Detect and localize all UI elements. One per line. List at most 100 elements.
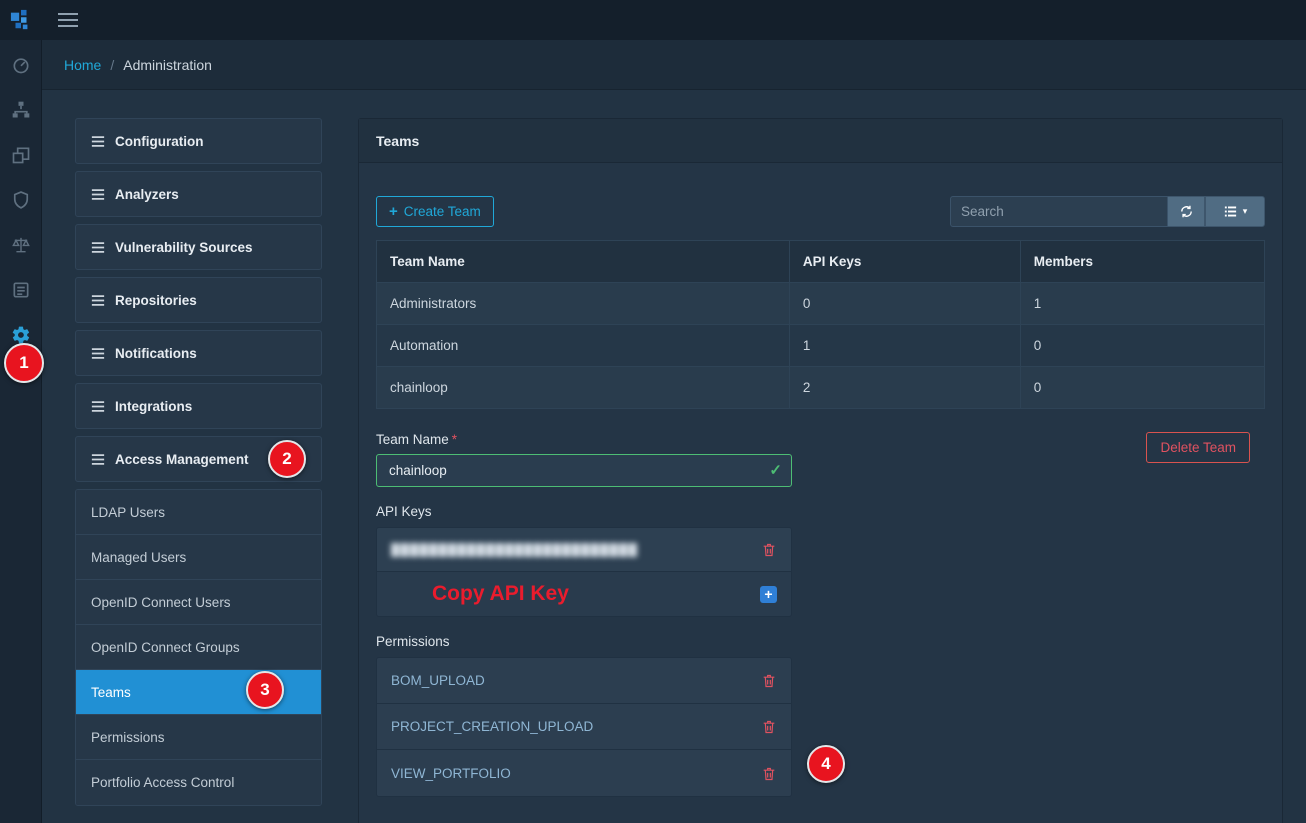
delete-team-button[interactable]: Delete Team bbox=[1146, 432, 1250, 463]
cell-team-name[interactable]: Automation bbox=[376, 324, 790, 367]
trash-icon bbox=[763, 543, 775, 557]
subnav-teams[interactable]: Teams bbox=[76, 670, 321, 715]
subnav-permissions[interactable]: Permissions bbox=[76, 715, 321, 760]
breadcrumb-home-link[interactable]: Home bbox=[64, 57, 101, 73]
main-content: Configuration Analyzers Vulnerability So… bbox=[42, 90, 1306, 823]
top-navbar bbox=[0, 0, 1306, 40]
breadcrumb-separator: / bbox=[110, 56, 115, 73]
toolbar: + Create Team Search ▾ bbox=[376, 196, 1265, 227]
team-name-label-text: Team Name bbox=[376, 432, 449, 447]
nav-analyzers[interactable]: Analyzers bbox=[75, 171, 322, 217]
nav-notifications[interactable]: Notifications bbox=[75, 330, 322, 376]
teams-card: Teams + Create Team Search ▾ Team Name A… bbox=[358, 118, 1283, 823]
dashboard-icon[interactable] bbox=[10, 54, 32, 76]
nav-integrations[interactable]: Integrations bbox=[75, 383, 322, 429]
refresh-button[interactable] bbox=[1168, 196, 1205, 227]
permission-row: PROJECT_CREATION_UPLOAD bbox=[377, 704, 791, 750]
cell-members[interactable]: 0 bbox=[1019, 366, 1266, 409]
app-logo bbox=[0, 9, 42, 31]
list-icon bbox=[91, 188, 105, 200]
permission-name: VIEW_PORTFOLIO bbox=[391, 765, 511, 781]
subnav-ldap-users[interactable]: LDAP Users bbox=[76, 490, 321, 535]
permissions-list: BOM_UPLOAD PROJECT_CREATION_UPLOAD VIEW_… bbox=[376, 657, 792, 797]
menu-toggle-icon[interactable] bbox=[58, 13, 78, 27]
nav-configuration[interactable]: Configuration bbox=[75, 118, 322, 164]
api-key-masked-value: ██████████████████████████ bbox=[391, 542, 639, 557]
refresh-icon bbox=[1180, 205, 1192, 218]
nav-label: Vulnerability Sources bbox=[115, 239, 253, 255]
team-detail: Team Name* ✓ Delete Team API Keys ██████… bbox=[376, 432, 1265, 797]
icon-sidebar bbox=[0, 40, 42, 823]
nav-label: Configuration bbox=[115, 133, 204, 149]
policy-audit-icon[interactable] bbox=[10, 279, 32, 301]
annotation-badge-2: 2 bbox=[268, 440, 306, 478]
list-icon bbox=[91, 294, 105, 306]
annotation-badge-3: 3 bbox=[246, 671, 284, 709]
table-tools: ▾ bbox=[950, 196, 1265, 227]
list-icon bbox=[91, 347, 105, 359]
table-row[interactable]: chainloop 2 0 bbox=[376, 366, 1266, 409]
cell-team-name[interactable]: Administrators bbox=[376, 282, 790, 325]
components-icon[interactable] bbox=[10, 144, 32, 166]
table-row[interactable]: Administrators 0 1 bbox=[376, 282, 1266, 325]
api-keys-label: API Keys bbox=[376, 504, 432, 519]
teams-table: Team Name API Keys Members Administrator… bbox=[376, 240, 1266, 409]
breadcrumb: Home / Administration bbox=[42, 40, 1306, 90]
nav-label: Notifications bbox=[115, 345, 197, 361]
cell-members[interactable]: 0 bbox=[1019, 324, 1266, 367]
team-name-label: Team Name * bbox=[376, 432, 1265, 447]
trash-icon bbox=[763, 720, 775, 734]
projects-icon[interactable] bbox=[10, 99, 32, 121]
delete-permission-button[interactable] bbox=[761, 765, 777, 782]
permission-name: PROJECT_CREATION_UPLOAD bbox=[391, 719, 594, 734]
columns-icon bbox=[1224, 206, 1236, 217]
subnav-openid-connect-users[interactable]: OpenID Connect Users bbox=[76, 580, 321, 625]
subnav-openid-connect-groups[interactable]: OpenID Connect Groups bbox=[76, 625, 321, 670]
columns-dropdown-button[interactable]: ▾ bbox=[1205, 196, 1265, 227]
list-icon bbox=[91, 135, 105, 147]
nav-label: Analyzers bbox=[115, 186, 179, 202]
team-name-input[interactable] bbox=[376, 454, 792, 487]
list-icon bbox=[91, 241, 105, 253]
table-row[interactable]: Automation 1 0 bbox=[376, 324, 1266, 367]
create-team-button[interactable]: + Create Team bbox=[376, 196, 494, 227]
cell-team-name[interactable]: chainloop bbox=[376, 366, 790, 409]
nav-repositories[interactable]: Repositories bbox=[75, 277, 322, 323]
card-body: + Create Team Search ▾ Team Name API Key… bbox=[359, 163, 1282, 814]
column-header-team-name[interactable]: Team Name bbox=[376, 240, 790, 283]
permission-name: BOM_UPLOAD bbox=[391, 673, 485, 688]
caret-down-icon: ▾ bbox=[1242, 206, 1248, 216]
nav-label: Integrations bbox=[115, 398, 193, 414]
subnav-managed-users[interactable]: Managed Users bbox=[76, 535, 321, 580]
valid-check-icon: ✓ bbox=[769, 462, 782, 479]
cell-members[interactable]: 1 bbox=[1019, 282, 1266, 325]
nav-label: Repositories bbox=[115, 292, 197, 308]
column-header-api-keys[interactable]: API Keys bbox=[788, 240, 1021, 283]
cell-api-keys[interactable]: 2 bbox=[788, 366, 1021, 409]
annotation-badge-4: 4 bbox=[807, 745, 845, 783]
permissions-label: Permissions bbox=[376, 634, 450, 649]
create-team-label: Create Team bbox=[403, 204, 481, 219]
licenses-icon[interactable] bbox=[10, 234, 32, 256]
permission-row: VIEW_PORTFOLIO bbox=[377, 750, 791, 796]
add-api-key-button[interactable]: + bbox=[760, 585, 777, 603]
subnav-portfolio-access-control[interactable]: Portfolio Access Control bbox=[76, 760, 321, 805]
list-icon bbox=[91, 400, 105, 412]
nav-vulnerability-sources[interactable]: Vulnerability Sources bbox=[75, 224, 322, 270]
cell-api-keys[interactable]: 1 bbox=[788, 324, 1021, 367]
delete-permission-button[interactable] bbox=[761, 672, 777, 689]
delete-api-key-button[interactable] bbox=[761, 541, 777, 558]
search-input[interactable] bbox=[950, 196, 1168, 227]
column-header-members[interactable]: Members bbox=[1019, 240, 1266, 283]
api-keys-list: ██████████████████████████ Copy API Key … bbox=[376, 527, 792, 617]
card-title: Teams bbox=[359, 119, 1282, 163]
permission-row: BOM_UPLOAD bbox=[377, 658, 791, 704]
delete-permission-button[interactable] bbox=[761, 718, 777, 735]
breadcrumb-current: Administration bbox=[123, 56, 212, 73]
copy-api-key-annotation: Copy API Key bbox=[432, 582, 569, 605]
api-key-row: ██████████████████████████ bbox=[377, 528, 791, 572]
vulnerabilities-icon[interactable] bbox=[10, 189, 32, 211]
cell-api-keys[interactable]: 0 bbox=[788, 282, 1021, 325]
list-icon bbox=[91, 453, 105, 465]
nav-label: Access Management bbox=[115, 451, 249, 467]
